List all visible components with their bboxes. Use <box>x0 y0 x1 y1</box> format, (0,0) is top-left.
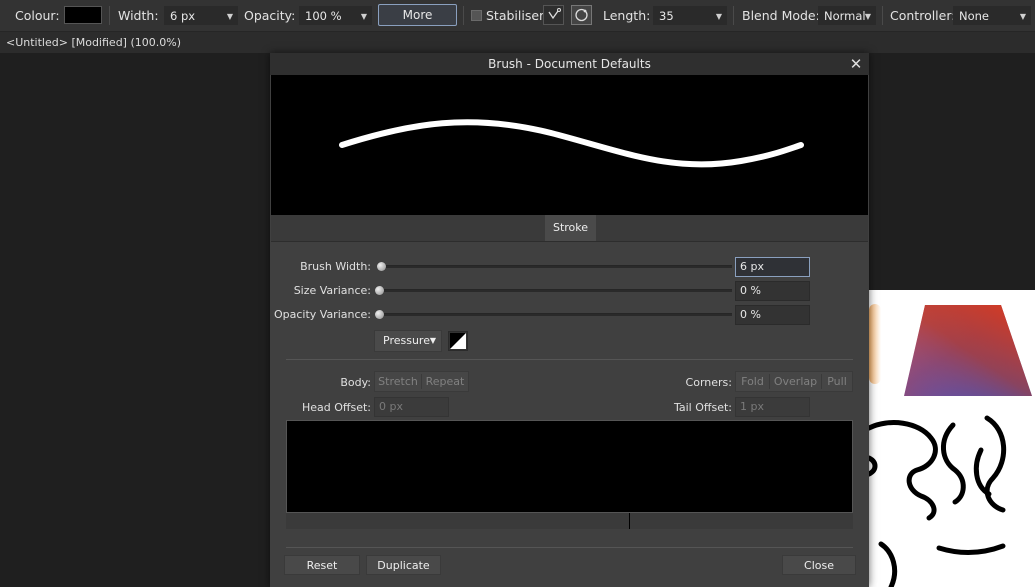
divider <box>733 6 734 25</box>
rope-stabiliser-icon[interactable] <box>571 5 592 25</box>
gradient-quad-overlay <box>904 305 1032 396</box>
size-variance-field[interactable]: 0 % <box>735 281 810 301</box>
close-button[interactable]: Close <box>782 555 856 575</box>
tab-bar: Stroke <box>271 215 868 242</box>
colour-label: Colour: <box>15 8 60 23</box>
chevron-down-icon: ▼ <box>226 12 233 21</box>
head-offset-label: Head Offset: <box>301 401 371 414</box>
pressure-value: Pressure <box>383 334 430 347</box>
blend-mode-label: Blend Mode: <box>742 8 820 23</box>
head-offset-field[interactable]: 0 px <box>374 397 449 417</box>
body-mode-segmented[interactable]: Stretch Repeat <box>374 371 469 392</box>
corners-mode-segmented[interactable]: Fold Overlap Pull <box>735 371 853 392</box>
stabiliser-checkbox[interactable] <box>471 10 482 21</box>
corners-fold-option[interactable]: Fold <box>736 372 769 391</box>
chevron-down-icon: ▼ <box>360 12 367 21</box>
chevron-down-icon: ▼ <box>715 12 722 21</box>
body-label: Body: <box>340 376 371 389</box>
tail-offset-field[interactable]: 1 px <box>735 397 810 417</box>
controller-combo[interactable]: None ▼ <box>953 6 1031 25</box>
body-stretch-option[interactable]: Stretch <box>375 372 421 391</box>
opacity-variance-slider-handle[interactable] <box>375 310 384 319</box>
width-label: Width: <box>118 8 159 23</box>
dialog-title: Brush - Document Defaults <box>270 53 869 75</box>
blend-mode-combo[interactable]: Normal ▼ <box>818 6 876 25</box>
opacity-variance-label: Opacity Variance: <box>273 308 371 321</box>
document-tab[interactable]: <Untitled> [Modified] (100.0%) <box>0 32 1035 53</box>
preview-stroke <box>339 119 804 168</box>
ink-stroke <box>936 543 1006 555</box>
brush-width-slider[interactable] <box>382 265 732 268</box>
divider <box>463 6 464 25</box>
brush-texture-preview <box>286 420 853 513</box>
tail-offset-marker[interactable] <box>629 513 630 529</box>
stabiliser-label: Stabiliser <box>486 8 545 23</box>
size-variance-slider[interactable] <box>380 289 732 292</box>
opacity-value: 100 % <box>305 9 342 23</box>
corners-pull-option[interactable]: Pull <box>822 372 852 391</box>
size-variance-slider-handle[interactable] <box>375 286 384 295</box>
brush-width-field[interactable]: 6 px <box>735 257 810 277</box>
tail-offset-label: Tail Offset: <box>673 401 732 414</box>
opacity-label: Opacity: <box>244 8 296 23</box>
controller-value: None <box>959 9 990 23</box>
canvas-artwork <box>869 304 1032 587</box>
opacity-combo[interactable]: 100 % ▼ <box>299 6 372 25</box>
brush-dialog: Brush - Document Defaults ✕ Stroke Brush… <box>270 53 869 587</box>
divider <box>286 359 853 360</box>
chevron-down-icon: ▼ <box>429 336 436 345</box>
close-icon[interactable]: ✕ <box>849 53 863 75</box>
orange-shape <box>869 304 881 384</box>
blend-mode-value: Normal <box>824 9 866 23</box>
size-variance-label: Size Variance: <box>293 284 371 297</box>
divider <box>286 547 853 548</box>
more-button[interactable]: More <box>378 4 457 26</box>
tab-stroke[interactable]: Stroke <box>545 215 596 241</box>
ink-stroke <box>869 420 938 521</box>
ink-stroke <box>869 455 878 477</box>
opacity-variance-field[interactable]: 0 % <box>735 305 810 325</box>
brush-preview <box>271 75 868 215</box>
brush-width-slider-handle[interactable] <box>377 262 386 271</box>
pressure-dropdown[interactable]: Pressure ▼ <box>374 330 442 352</box>
brush-width-label: Brush Width: <box>300 260 371 273</box>
ink-stroke <box>878 541 898 587</box>
length-value: 35 <box>659 9 674 23</box>
width-combo[interactable]: 6 px ▼ <box>164 6 238 25</box>
divider <box>109 6 110 25</box>
context-toolbar: Colour: Width: 6 px ▼ Opacity: 100 % ▼ M… <box>0 0 1035 32</box>
pressure-curve-button[interactable] <box>448 331 468 351</box>
chevron-down-icon: ▼ <box>1019 12 1026 21</box>
texture-ruler <box>286 513 853 529</box>
body-repeat-option[interactable]: Repeat <box>422 372 468 391</box>
document-canvas[interactable] <box>869 290 1035 587</box>
opacity-variance-slider[interactable] <box>380 313 732 316</box>
width-value: 6 px <box>170 9 196 23</box>
divider <box>882 6 883 25</box>
duplicate-button[interactable]: Duplicate <box>366 555 441 575</box>
controller-label: Controller: <box>890 8 956 23</box>
reset-button[interactable]: Reset <box>284 555 360 575</box>
corners-label: Corners: <box>685 376 732 389</box>
window-stabiliser-icon[interactable] <box>543 5 564 25</box>
chevron-down-icon: ▼ <box>864 12 871 21</box>
colour-swatch[interactable] <box>64 6 102 24</box>
corners-overlap-option[interactable]: Overlap <box>770 372 821 391</box>
length-label: Length: <box>603 8 651 23</box>
length-combo[interactable]: 35 ▼ <box>653 6 727 25</box>
ink-stroke <box>941 422 966 505</box>
pressure-curve-icon <box>450 333 466 349</box>
